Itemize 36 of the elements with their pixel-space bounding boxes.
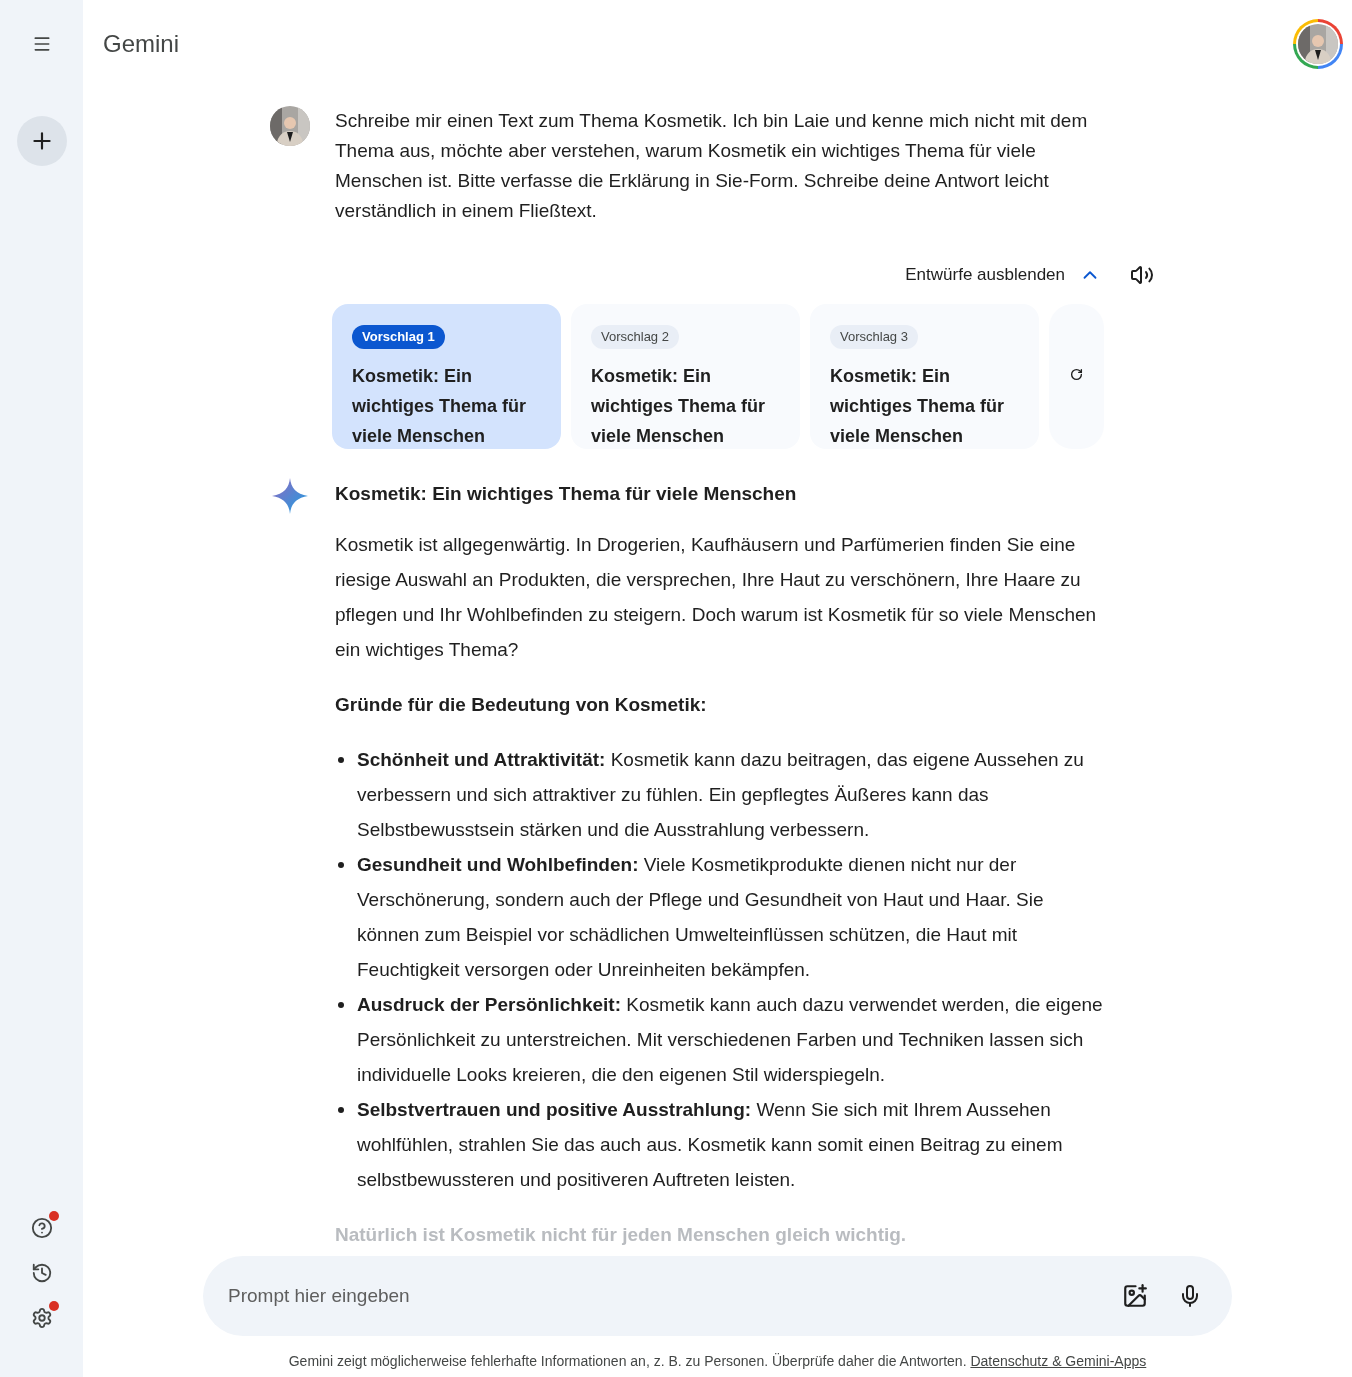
draft-label: Vorschlag 1 [352, 325, 445, 349]
privacy-link[interactable]: Datenschutz & Gemini-Apps [970, 1353, 1147, 1369]
draft-card[interactable]: Vorschlag 1 Kosmetik: Ein wichtiges Thema für viele Menschen [332, 304, 561, 449]
bullet-text: Selbstvertrauen und positive Ausstrahlung: Wenn Sie sich mit Ihrem Aussehen wohlfühlen, strahlen Sie das auch aus. Kosmetik kann somit einen Beitrag zu einem selbstbewussteren und positiveren Auftreten leisten. [357, 1098, 1064, 1192]
disclaimer-text: Gemini zeigt möglicherweise fehlerhafte Informationen an, z. B. zu Personen. Überprüfe daher die Antworten. Datenschutz & Gemini-Apps [287, 1352, 1148, 1371]
draft-title: Kosmetik: Ein wichtiges Thema für viele Menschen [352, 364, 528, 448]
history-icon [30, 1262, 53, 1284]
speaker-icon [1130, 263, 1154, 287]
response-title: Kosmetik: Ein wichtiges Thema für viele Menschen [335, 482, 798, 506]
app-title: Gemini [103, 29, 180, 59]
new-chat-button[interactable] [16, 116, 67, 166]
draft-label: Vorschlag 2 [591, 325, 679, 349]
bullet-text: Gesundheit und Wohlbefinden: Viele Kosmetikprodukte dienen nicht nur der Verschönerung, sondern auch der Pflege und Gesundheit von Haut und Haar. Sie können zum Beispiel vor schädlichen Umwelteinflüssen schützen, die Haut mit Feuchtigkeit versorgen oder Unreinheiten bekämpfen. [357, 853, 1045, 982]
help-icon [30, 1217, 53, 1239]
faded-paragraph: Natürlich ist Kosmetik nicht für jeden Menschen gleich wichtig. [335, 1223, 908, 1247]
draft-card[interactable]: Vorschlag 3 Kosmetik: Ein wichtiges Thema für viele Menschen [810, 304, 1039, 449]
prompt-text-field[interactable]: Prompt hier eingeben [228, 1281, 1092, 1311]
draft-label: Vorschlag 3 [830, 325, 918, 349]
account-avatar[interactable] [1293, 19, 1343, 69]
bullet-icon [338, 1107, 344, 1113]
bullet-icon [338, 862, 344, 868]
user-prompt: Schreibe mir einen Text zum Thema Kosmetik. Ich bin Laie und kenne mich nicht mit dem Thema aus, möchte aber verstehen, warum Kosmetik ein wichtiges Thema für viele Menschen ist. Bitte verfasse die Erklärung in Sie-Form. Schreibe deine Antwort leicht verständlich in einem Fließtext. [335, 109, 1089, 223]
bullet-text: Schönheit und Attraktivität: Kosmetik kann dazu beitragen, das eigene Aussehen zu verbessern und sich attraktiver zu fühlen. Ein gepflegtes Äußeres kann das Selbstbewusstsein stärken und die Ausstrahlung verbessern. [357, 748, 1085, 842]
image-add-icon[interactable] [1122, 1283, 1148, 1309]
hide-drafts-button[interactable]: Entwürfe ausblenden [905, 262, 1101, 288]
draft-title: Kosmetik: Ein wichtiges Thema für viele Menschen [591, 364, 767, 448]
bullet-icon [338, 757, 344, 763]
bullet-text: Ausdruck der Persönlichkeit: Kosmetik kann auch dazu verwendet werden, die eigene Persönlichkeit zu unterstreichen. Mit verschiedenen Farben und Techniken lassen sich individuelle Looks kreieren, die den eigenen Stil widerspiegeln. [357, 993, 1104, 1087]
prompt-input[interactable]: Prompt hier eingeben [203, 1256, 1232, 1336]
section-heading: Gründe für die Bedeutung von Kosmetik: [335, 693, 708, 717]
settings-icon [30, 1307, 53, 1329]
draft-card[interactable]: Vorschlag 2 Kosmetik: Ein wichtiges Thema für viele Menschen [571, 304, 800, 449]
bullet-icon [338, 1002, 344, 1008]
draft-title: Kosmetik: Ein wichtiges Thema für viele Menschen [830, 364, 1006, 448]
response-paragraph: Kosmetik ist allgegenwärtig. In Drogerien, Kaufhäusern und Parfümerien finden Sie eine riesige Auswahl an Produkten, die versprechen, Ihre Haut zu verschönern, Ihre Haare zu pflegen und Ihr Wohlbefinden zu steigern. Doch warum ist Kosmetik für so viele Menschen ein wichtiges Thema? [335, 533, 1098, 662]
refresh-icon [1070, 368, 1083, 381]
